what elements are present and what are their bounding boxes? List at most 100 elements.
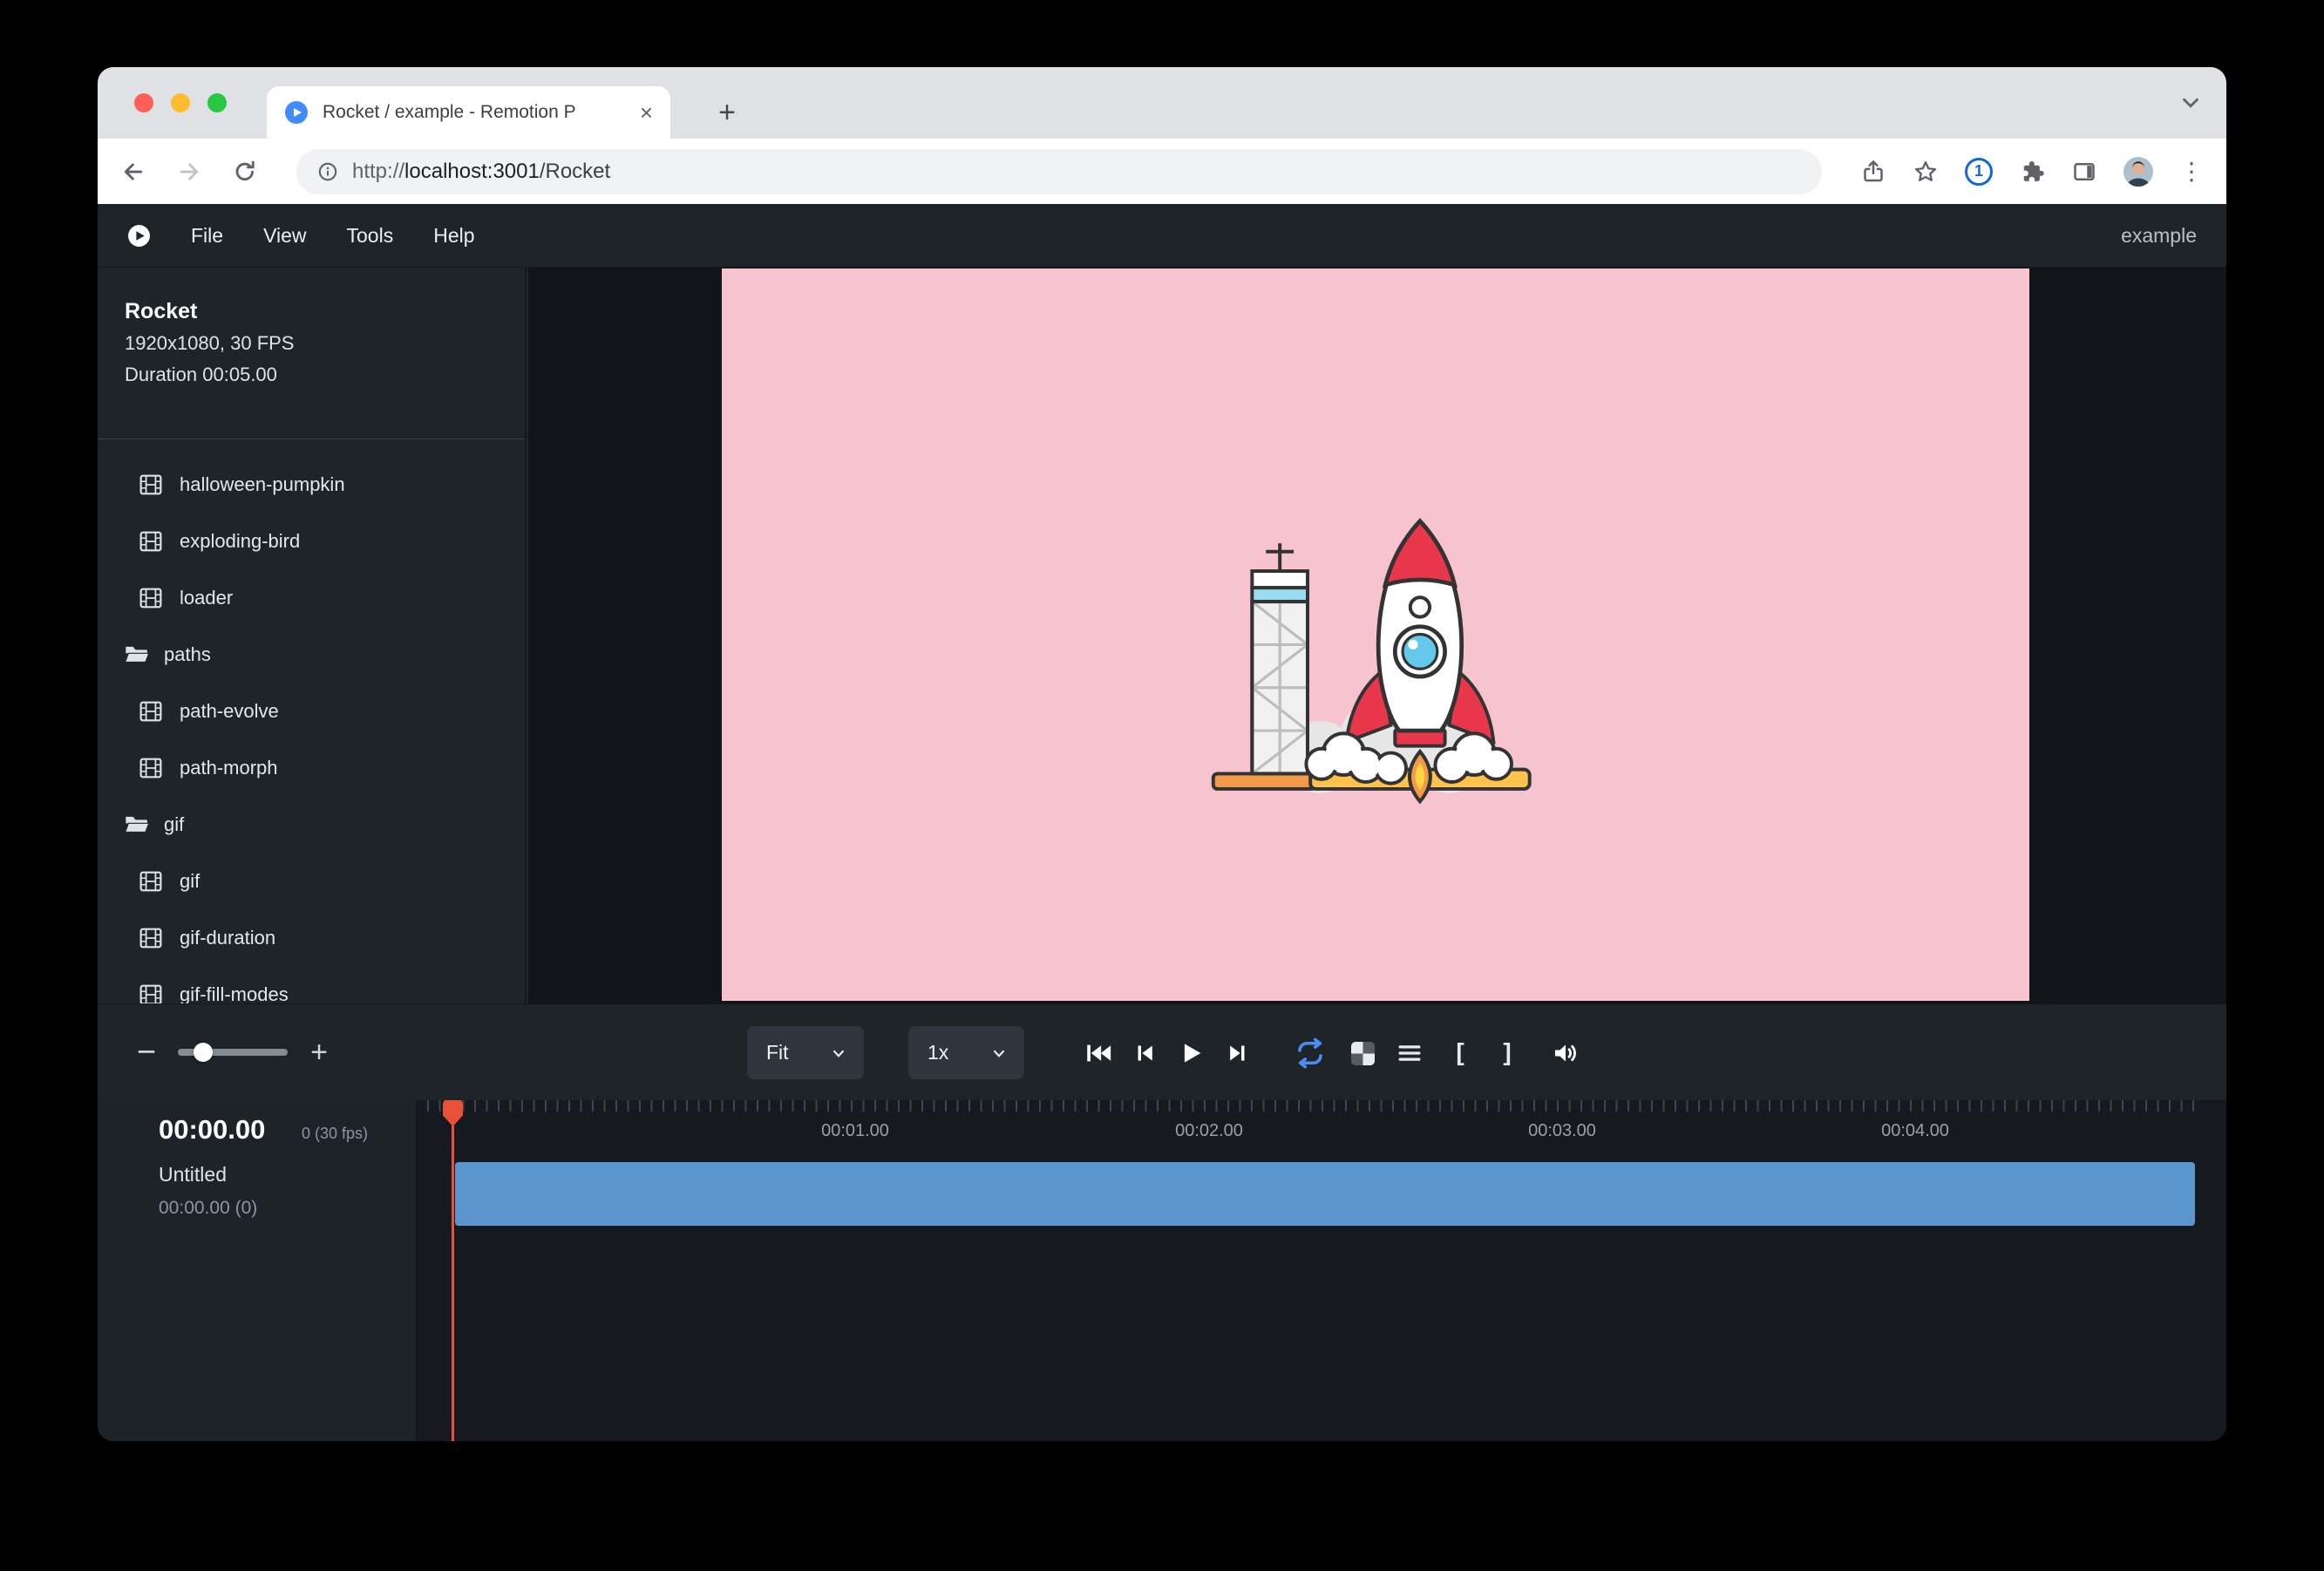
folder-item[interactable]: gif bbox=[98, 796, 525, 853]
browser-menu-icon[interactable]: ⋮ bbox=[2179, 160, 2204, 184]
composition-item[interactable]: gif-duration bbox=[98, 909, 525, 966]
playhead-marker[interactable] bbox=[443, 1100, 463, 1126]
composition-label: gif-fill-modes bbox=[180, 983, 289, 1004]
url-path: /Rocket bbox=[540, 160, 610, 183]
app-menu-bar: File View Tools Help example bbox=[98, 204, 2226, 268]
film-icon bbox=[138, 758, 164, 779]
composition-label: halloween-pumpkin bbox=[180, 473, 345, 496]
composition-item[interactable]: path-morph bbox=[98, 739, 525, 796]
menu-view[interactable]: View bbox=[263, 224, 306, 248]
forward-icon[interactable] bbox=[176, 159, 202, 185]
browser-window: Rocket / example - Remotion P × + http:/… bbox=[98, 67, 2226, 1441]
zoom-slider-knob[interactable] bbox=[194, 1043, 213, 1062]
tab-search-chevron-icon[interactable] bbox=[2178, 90, 2204, 116]
side-panel-icon[interactable] bbox=[2071, 159, 2097, 185]
url-scheme: http:// bbox=[352, 160, 404, 183]
timeline-zoom-in-button[interactable]: + bbox=[291, 1004, 347, 1100]
address-bar: http://localhost:3001/Rocket 1 bbox=[98, 139, 2226, 204]
ruler-label: 00:01.00 bbox=[821, 1121, 889, 1141]
next-frame-button[interactable] bbox=[1221, 1037, 1254, 1070]
extensions-puzzle-icon[interactable] bbox=[2019, 159, 2045, 185]
new-tab-button[interactable]: + bbox=[701, 86, 753, 139]
previous-frame-button[interactable] bbox=[1128, 1037, 1161, 1070]
film-icon bbox=[138, 871, 164, 892]
track-name[interactable]: Untitled bbox=[159, 1163, 227, 1187]
close-window-button[interactable] bbox=[134, 93, 153, 112]
minimize-window-button[interactable] bbox=[171, 93, 190, 112]
film-icon bbox=[138, 474, 164, 495]
composition-item[interactable]: path-evolve bbox=[98, 683, 525, 739]
ruler-label: 00:02.00 bbox=[1175, 1121, 1243, 1141]
composition-item[interactable]: loader bbox=[98, 569, 525, 626]
composition-label: gif bbox=[180, 870, 200, 893]
timeline-left-column: 00:00.00 0 (30 fps) Untitled 00:00.00 (0… bbox=[98, 1100, 417, 1441]
folder-open-icon bbox=[124, 644, 150, 664]
next-frame-icon bbox=[1224, 1039, 1252, 1067]
loop-toggle-button[interactable] bbox=[1294, 1037, 1327, 1070]
composition-label: exploding-bird bbox=[180, 530, 300, 553]
zoom-window-button[interactable] bbox=[207, 93, 227, 112]
composition-label: gif-duration bbox=[180, 927, 275, 949]
menu-help[interactable]: Help bbox=[433, 224, 474, 248]
chevron-down-icon bbox=[989, 1044, 1009, 1063]
back-icon[interactable] bbox=[120, 159, 146, 185]
reload-icon[interactable] bbox=[232, 159, 258, 185]
timeline-ruler[interactable] bbox=[427, 1100, 2200, 1112]
current-timecode: 00:00.00 bbox=[159, 1114, 265, 1146]
skip-to-start-icon bbox=[1084, 1038, 1113, 1068]
remotion-favicon-icon bbox=[284, 100, 309, 125]
skip-to-start-button[interactable] bbox=[1082, 1037, 1115, 1070]
out-point-button[interactable]: ] bbox=[1490, 1004, 1525, 1100]
size-dropdown-value: Fit bbox=[766, 1041, 829, 1064]
playback-controls-bar: − + Fit 1x bbox=[98, 1003, 2226, 1100]
folder-label: paths bbox=[164, 643, 211, 666]
remotion-logo-icon[interactable] bbox=[127, 224, 151, 248]
transparency-toggle-button[interactable] bbox=[1346, 1037, 1379, 1070]
speaker-icon bbox=[1551, 1038, 1580, 1068]
composition-label: path-morph bbox=[180, 757, 278, 779]
play-icon bbox=[1176, 1038, 1206, 1068]
bookmark-star-icon[interactable] bbox=[1913, 159, 1939, 185]
timeline-panel: 00:00.00 0 (30 fps) Untitled 00:00.00 (0… bbox=[98, 1100, 2226, 1441]
folder-label: gif bbox=[164, 813, 184, 836]
composition-item[interactable]: halloween-pumpkin bbox=[98, 456, 525, 513]
composition-duration: Duration 00:05.00 bbox=[125, 364, 277, 386]
folder-item[interactable]: paths bbox=[98, 626, 525, 683]
timeline-track-bar[interactable] bbox=[455, 1162, 2195, 1226]
play-button[interactable] bbox=[1174, 1037, 1207, 1070]
film-icon bbox=[138, 984, 164, 1004]
tab-strip: Rocket / example - Remotion P × + bbox=[98, 67, 2226, 139]
previous-frame-icon bbox=[1131, 1039, 1159, 1067]
timeline-zoom-out-button[interactable]: − bbox=[119, 1004, 174, 1100]
onepassword-extension-icon[interactable]: 1 bbox=[1965, 158, 1993, 186]
timeline-rows-button[interactable] bbox=[1393, 1037, 1426, 1070]
url-host: localhost:3001 bbox=[404, 160, 540, 183]
composition-item[interactable]: gif bbox=[98, 853, 525, 909]
film-icon bbox=[138, 588, 164, 609]
profile-avatar[interactable] bbox=[2124, 157, 2153, 187]
film-icon bbox=[138, 701, 164, 722]
composition-title: Rocket bbox=[125, 299, 197, 324]
browser-tab[interactable]: Rocket / example - Remotion P × bbox=[267, 86, 670, 139]
compositions-sidebar: Rocket 1920x1080, 30 FPS Duration 00:05.… bbox=[98, 268, 527, 1003]
playhead-line bbox=[452, 1102, 454, 1441]
site-info-icon[interactable] bbox=[317, 161, 338, 182]
menu-file[interactable]: File bbox=[191, 224, 223, 248]
composition-label: path-evolve bbox=[180, 700, 279, 723]
menu-tools[interactable]: Tools bbox=[347, 224, 394, 248]
share-icon[interactable] bbox=[1860, 159, 1886, 185]
tab-close-icon[interactable]: × bbox=[640, 101, 653, 124]
ruler-label: 00:03.00 bbox=[1528, 1121, 1596, 1141]
window-controls bbox=[134, 93, 227, 112]
volume-button[interactable] bbox=[1549, 1037, 1582, 1070]
in-point-button[interactable]: [ bbox=[1443, 1004, 1478, 1100]
speed-dropdown[interactable]: 1x bbox=[908, 1026, 1024, 1079]
url-text: http://localhost:3001/Rocket bbox=[352, 160, 610, 184]
project-name-label: example bbox=[2121, 224, 2197, 248]
url-omnibox[interactable]: http://localhost:3001/Rocket bbox=[296, 149, 1822, 194]
rows-icon bbox=[1396, 1040, 1423, 1066]
size-dropdown[interactable]: Fit bbox=[747, 1026, 864, 1079]
timeline-zoom-slider[interactable] bbox=[178, 1049, 288, 1056]
composition-item[interactable]: gif-fill-modes bbox=[98, 966, 525, 1003]
composition-item[interactable]: exploding-bird bbox=[98, 513, 525, 569]
